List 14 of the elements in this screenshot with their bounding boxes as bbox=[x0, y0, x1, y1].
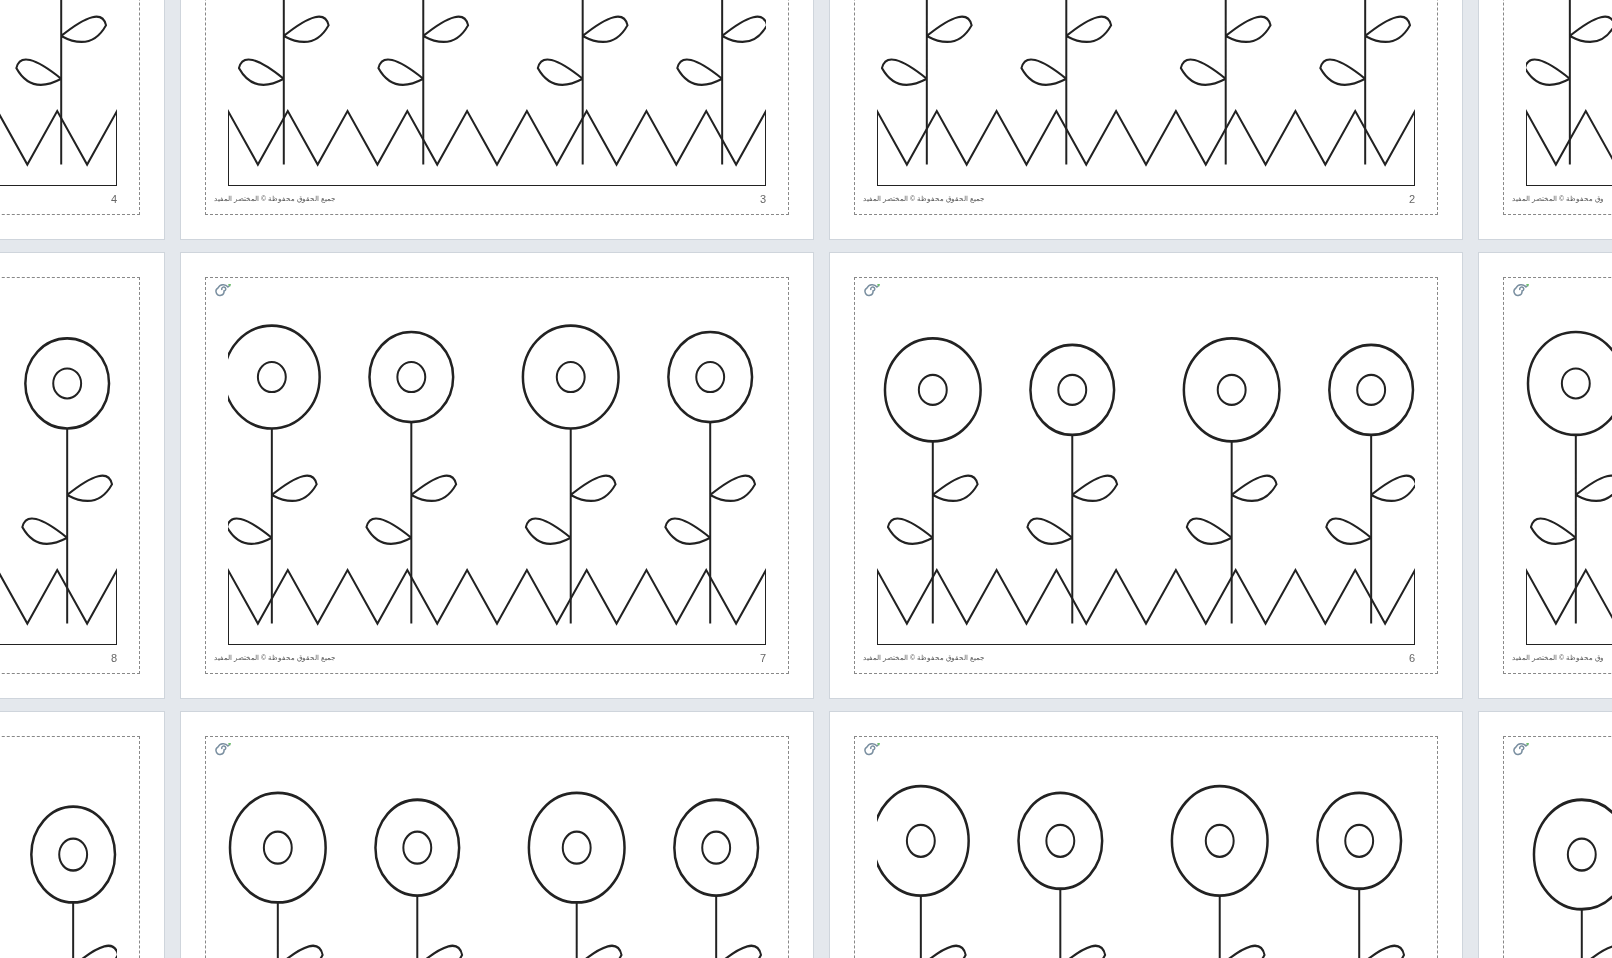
spiral-logo-icon bbox=[214, 282, 232, 298]
page-number: 2 bbox=[1408, 191, 1415, 207]
spiral-logo-icon bbox=[1512, 741, 1530, 757]
page-number: 8 bbox=[110, 650, 117, 666]
page-thumbnail[interactable]: 4 bbox=[0, 0, 165, 240]
spiral-logo-icon bbox=[214, 741, 232, 757]
page-number: 7 bbox=[759, 650, 766, 666]
page-number: 4 bbox=[110, 191, 117, 207]
page-number: 3 bbox=[759, 191, 766, 207]
page-thumbnail[interactable]: 8 bbox=[0, 252, 165, 699]
spiral-logo-icon bbox=[863, 282, 881, 298]
spiral-logo-icon bbox=[1512, 282, 1530, 298]
spiral-logo-icon bbox=[863, 741, 881, 757]
page-number: 6 bbox=[1408, 650, 1415, 666]
